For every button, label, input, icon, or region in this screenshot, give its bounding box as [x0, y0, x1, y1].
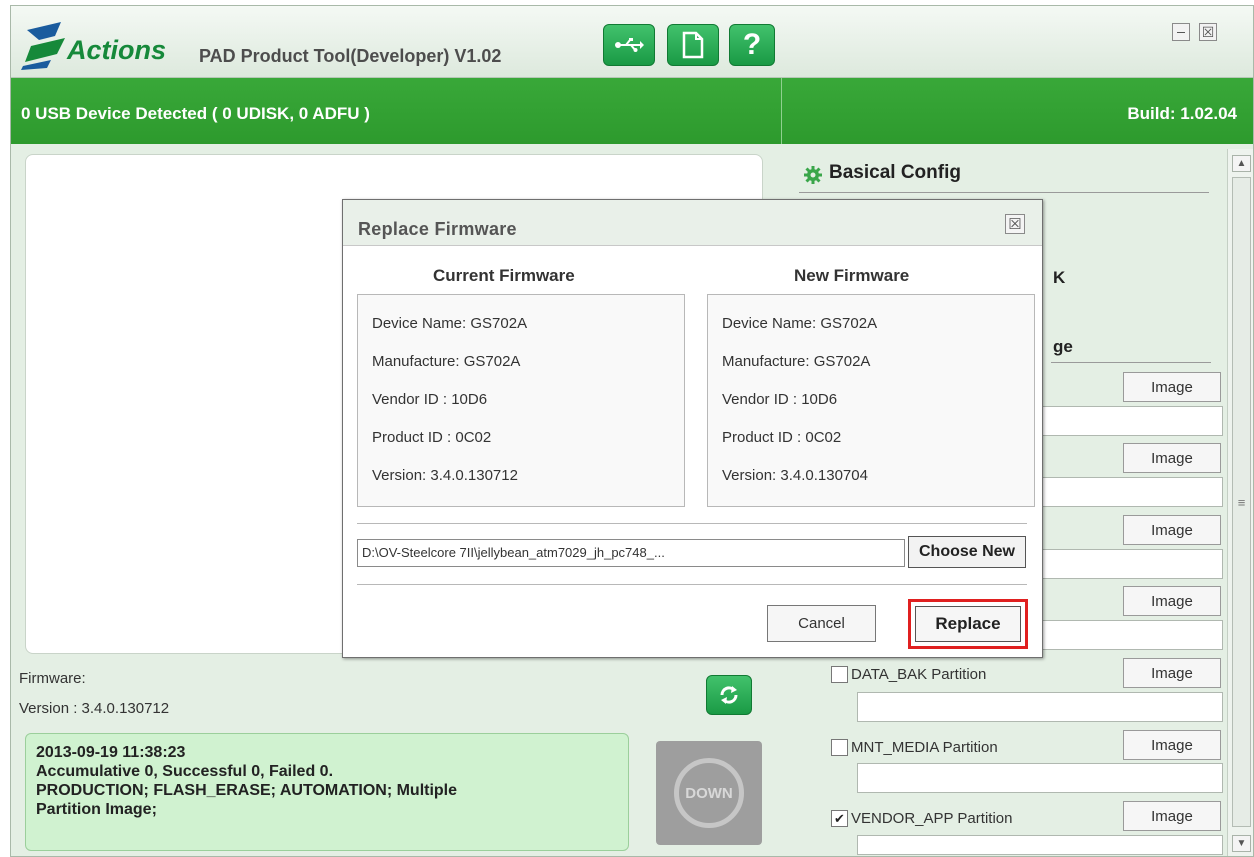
download-button[interactable]: DOWN	[656, 741, 762, 845]
document-icon	[682, 31, 704, 59]
basical-config-header: Basical Config	[829, 162, 961, 183]
logo-text: Actions	[67, 35, 167, 65]
partition-checkbox-mnt-media[interactable]: MNT_MEDIA Partition	[831, 739, 998, 756]
vendor-id: Vendor ID : 10D6	[722, 391, 838, 408]
checkbox-checked-icon[interactable]: ✔	[831, 810, 848, 827]
status-bar: 0 USB Device Detected ( 0 UDISK, 0 ADFU …	[11, 78, 1253, 144]
replace-highlight: Replace	[908, 599, 1028, 649]
cancel-button[interactable]: Cancel	[767, 605, 876, 642]
replace-firmware-dialog: Replace Firmware ☒ Current Firmware New …	[342, 199, 1043, 658]
device-status: 0 USB Device Detected ( 0 UDISK, 0 ADFU …	[21, 104, 370, 123]
product-id: Product ID : 0C02	[722, 429, 842, 446]
log-line: 2013-09-19 11:38:23	[36, 744, 186, 761]
firmware-path-input[interactable]: D:\OV-Steelcore 7II\jellybean_atm7029_jh…	[357, 539, 905, 567]
dialog-divider	[357, 523, 1027, 524]
image-button[interactable]: Image	[1123, 586, 1221, 616]
dialog-close-button[interactable]: ☒	[1005, 214, 1025, 234]
partial-label: ge	[1053, 337, 1073, 356]
app-title: PAD Product Tool(Developer) V1.02	[199, 46, 502, 66]
scroll-up-arrow-icon[interactable]: ▲	[1232, 155, 1251, 172]
log-line: PRODUCTION; FLASH_ERASE; AUTOMATION; Mul…	[36, 782, 458, 799]
image-button[interactable]: Image	[1123, 801, 1221, 831]
refresh-button[interactable]	[706, 675, 752, 715]
current-firmware-header: Current Firmware	[433, 266, 575, 285]
manufacture: Manufacture: GS702A	[372, 353, 521, 370]
refresh-icon	[720, 686, 738, 704]
partition-label: VENDOR_APP Partition	[851, 810, 1013, 827]
firmware-version: Version: 3.4.0.130704	[722, 467, 868, 484]
partition-path-field[interactable]	[857, 763, 1223, 793]
image-button[interactable]: Image	[1123, 515, 1221, 545]
new-firmware-header: New Firmware	[794, 266, 910, 285]
log-line: Accumulative 0, Successful 0, Failed 0.	[36, 763, 334, 780]
image-button[interactable]: Image	[1123, 372, 1221, 402]
new-firmware-box: Device Name: GS702A Manufacture: GS702A …	[707, 294, 1035, 507]
log-line: Partition Image;	[36, 801, 157, 818]
scroll-down-arrow-icon[interactable]: ▼	[1232, 835, 1251, 852]
checkbox-icon[interactable]	[831, 666, 848, 683]
scroll-thumb[interactable]: ≡	[1232, 177, 1251, 827]
build-version: Build: 1.02.04	[1127, 104, 1237, 123]
dialog-title: Replace Firmware	[358, 219, 517, 239]
partition-label: MNT_MEDIA Partition	[851, 739, 998, 756]
download-label: DOWN	[674, 758, 744, 828]
gear-icon	[804, 166, 822, 184]
partition-label: DATA_BAK Partition	[851, 666, 987, 683]
current-firmware-box: Device Name: GS702A Manufacture: GS702A …	[357, 294, 685, 507]
device-name: Device Name: GS702A	[372, 315, 528, 332]
config-scrollbar[interactable]: ▲ ≡ ▼	[1227, 149, 1253, 856]
firmware-label: Firmware:	[19, 670, 86, 687]
minimize-button[interactable]	[1172, 23, 1190, 41]
partition-path-field[interactable]	[857, 692, 1223, 722]
partition-checkbox-data-bak[interactable]: DATA_BAK Partition	[831, 666, 986, 683]
window-close-button[interactable]: ☒	[1199, 23, 1217, 41]
image-button[interactable]: Image	[1123, 658, 1221, 688]
actions-logo: Actions	[21, 18, 191, 70]
firmware-version: Version : 3.4.0.130712	[19, 700, 170, 717]
usb-button[interactable]	[603, 24, 655, 66]
image-button[interactable]: Image	[1123, 730, 1221, 760]
section-divider	[1051, 362, 1211, 363]
partial-label: K	[1053, 268, 1066, 287]
firmware-version: Version: 3.4.0.130712	[372, 467, 518, 484]
dialog-body: Current Firmware New Firmware Device Nam…	[343, 245, 1042, 657]
checkbox-icon[interactable]	[831, 739, 848, 756]
usb-icon	[615, 38, 644, 52]
dialog-divider	[357, 584, 1027, 585]
replace-button[interactable]: Replace	[915, 606, 1021, 642]
partition-checkbox-vendor-app[interactable]: ✔ VENDOR_APP Partition	[831, 810, 1012, 827]
manufacture: Manufacture: GS702A	[722, 353, 871, 370]
help-button[interactable]: ?	[729, 24, 775, 66]
title-bar: Actions PAD Product Tool(Developer) V1.0…	[11, 6, 1253, 78]
image-button[interactable]: Image	[1123, 443, 1221, 473]
device-name: Device Name: GS702A	[722, 315, 878, 332]
document-button[interactable]	[667, 24, 719, 66]
choose-new-button[interactable]: Choose New	[908, 536, 1026, 568]
product-id: Product ID : 0C02	[372, 429, 492, 446]
log-summary-box: 2013-09-19 11:38:23 Accumulative 0, Succ…	[25, 733, 629, 851]
partition-path-field[interactable]	[857, 835, 1223, 855]
vendor-id: Vendor ID : 10D6	[372, 391, 488, 408]
config-divider	[799, 192, 1209, 193]
status-divider	[781, 78, 782, 144]
